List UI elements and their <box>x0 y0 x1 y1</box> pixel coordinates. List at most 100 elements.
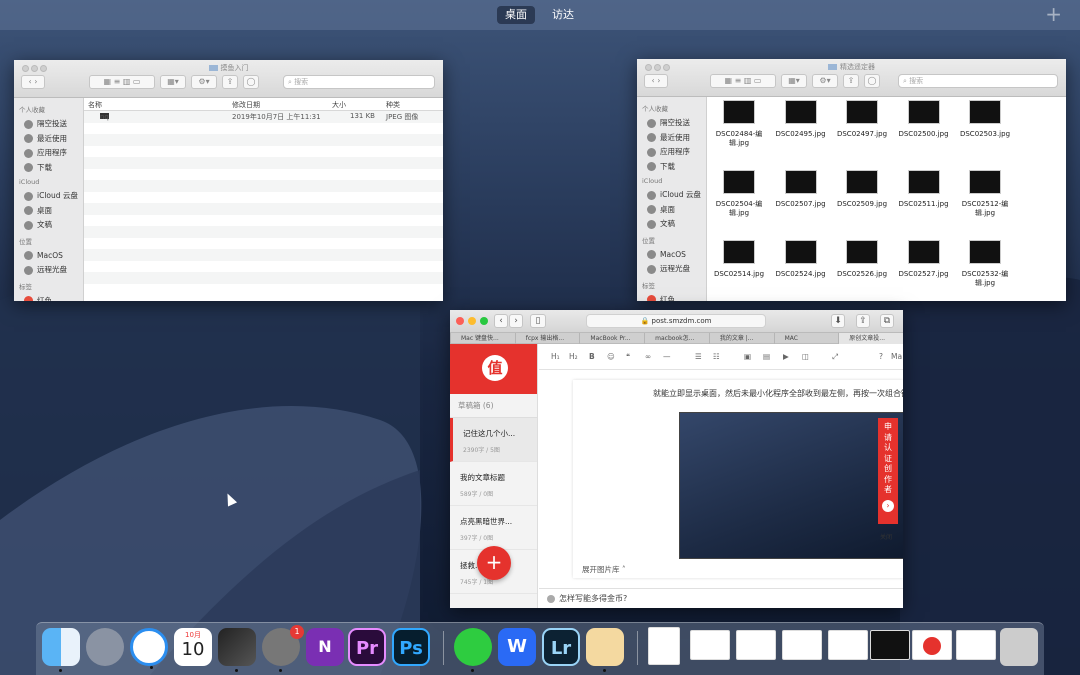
action-gear-icon[interactable]: ⚙▾ <box>191 75 217 89</box>
column-kind[interactable]: 种类 <box>386 100 400 110</box>
draft-item[interactable]: 点亮黑暗世界... 397字 / 0图 <box>450 506 537 550</box>
sidebar-item-remote-disc[interactable]: 远程光盘 <box>14 262 83 277</box>
sidebar-item-downloads[interactable]: 下载 <box>14 160 83 175</box>
sidebar-item-downloads[interactable]: 下载 <box>637 159 706 174</box>
sidebar-item-desktop[interactable]: 桌面 <box>14 203 83 218</box>
expand-gallery-link[interactable]: 展开图片库 ˄ <box>582 564 626 575</box>
tag-button[interactable]: ◯ <box>864 74 880 88</box>
draft-item[interactable]: 记住这几个小... 2390字 / 5图 <box>450 418 537 462</box>
onenote-icon[interactable]: N <box>306 628 344 666</box>
file-icon-item[interactable]: DSC02509.jpg <box>832 170 892 209</box>
bold-button[interactable]: B <box>589 352 595 361</box>
file-icon-item[interactable]: DSC02526.jpg <box>832 240 892 279</box>
h1-button[interactable]: H₁ <box>551 352 560 361</box>
view-mode-buttons[interactable]: ▦ ≡ ▥ ▭ <box>710 74 776 88</box>
browser-tab[interactable]: macbook怎... <box>644 333 709 344</box>
share-icon[interactable]: ⇪ <box>856 314 870 328</box>
link-icon[interactable]: ∞ <box>645 352 651 361</box>
tabs-overview-icon[interactable]: ⧉ <box>880 314 894 328</box>
minimized-window-thumbnail[interactable] <box>828 630 868 660</box>
minimize-button[interactable] <box>468 317 476 325</box>
group-button[interactable]: ▦▾ <box>160 75 186 89</box>
sidebar-item-remote-disc[interactable]: 远程光盘 <box>637 261 706 276</box>
sidebar-item-applications[interactable]: 应用程序 <box>14 145 83 160</box>
trash-icon[interactable] <box>1000 628 1038 666</box>
ordered-list-icon[interactable]: ☰ <box>695 352 702 361</box>
embedded-screenshot-image[interactable] <box>679 412 903 559</box>
finder-window-right[interactable]: 精选遥定器 ‹ › ▦ ≡ ▥ ▭ ▦▾ ⚙▾ ⇪ ◯ ⌕ 搜索 个人收藏 隔空… <box>637 59 1066 301</box>
system-preferences-gear-icon[interactable]: 1 <box>262 625 304 672</box>
photoshop-icon[interactable]: Ps <box>392 628 430 666</box>
file-icon-item[interactable]: DSC02511.jpg <box>894 170 954 209</box>
browser-tab[interactable]: fcpx 输出格... <box>514 333 580 344</box>
file-icon-item[interactable]: DSC02495.jpg <box>771 100 831 139</box>
gallery-icon[interactable]: ▤ <box>763 352 770 361</box>
column-modified[interactable]: 修改日期 <box>232 100 260 110</box>
fullscreen-icon[interactable]: ⤢ <box>832 352 838 362</box>
space-desktop[interactable]: 桌面 <box>497 6 535 24</box>
safari-window[interactable]: ‹ › ▯ 🔒 post.smzdm.com ⬇ ⇪ ⧉ Mac 键盘快... f… <box>450 310 903 608</box>
sidebar-item-icloud-drive[interactable]: iCloud 云盘 <box>637 187 706 202</box>
wps-office-icon[interactable]: W <box>498 628 536 666</box>
editor-paragraph[interactable]: 就能立即显示桌面，然后未最小化程序全部收到最左侧，再按一次组合键 <box>653 388 903 399</box>
search-input[interactable]: ⌕ 搜索 <box>898 74 1058 88</box>
file-icon-item[interactable]: DSC02503.jpg <box>955 100 1015 139</box>
sidebar-item-tag-red[interactable]: 红色 <box>14 293 83 301</box>
finder-app-icon[interactable] <box>42 628 80 672</box>
browser-tab[interactable]: MacBook Pr... <box>579 333 644 344</box>
back-forward-buttons[interactable]: ‹ › <box>644 74 668 88</box>
help-icon[interactable]: ? <box>879 352 883 361</box>
launchpad-rocket-icon[interactable] <box>86 628 124 666</box>
space-fangda[interactable]: 访达 <box>544 6 582 24</box>
minimized-window-thumbnail[interactable] <box>870 630 910 660</box>
draft-item[interactable]: 我的文章标题 589字 / 0图 <box>450 462 537 506</box>
gold-coin-hint[interactable]: 怎样写能多得金币? <box>539 588 903 608</box>
browser-tab[interactable]: 我的文章 |... <box>708 333 774 344</box>
sidebar-toggle-icon[interactable]: ▯ <box>530 314 546 328</box>
file-row[interactable]: nq 2019年10月7日 上午11:31 131 KB JPEG 图像 <box>84 111 443 123</box>
finder-window-left[interactable]: 摸鱼入门 ‹ › ▦ ≡ ▥ ▭ ▦▾ ⚙▾ ⇪ ◯ ⌕ 搜索 个人收藏 隔空投… <box>14 60 443 301</box>
minimized-window-thumbnail[interactable] <box>956 630 996 660</box>
minimized-window-thumbnail[interactable] <box>782 630 822 660</box>
sidebar-item-icloud-drive[interactable]: iCloud 云盘 <box>14 188 83 203</box>
final-cut-pro-icon[interactable] <box>218 628 256 672</box>
smzdm-logo-icon[interactable]: 值 <box>482 355 508 381</box>
download-icon[interactable]: ⬇ <box>831 314 845 328</box>
share-button[interactable]: ⇪ <box>222 75 238 89</box>
search-input[interactable]: ⌕ 搜索 <box>283 75 435 89</box>
video-icon[interactable]: ▶ <box>783 352 789 361</box>
emoji-icon[interactable]: ☺ <box>607 352 615 361</box>
editor-canvas[interactable]: 就能立即显示桌面，然后未最小化程序全部收到最左侧，再按一次组合键 <box>573 380 903 578</box>
quote-icon[interactable]: ❝ <box>626 352 630 361</box>
add-space-plus-icon[interactable]: + <box>1045 3 1062 25</box>
file-icon-item[interactable]: DSC02524.jpg <box>771 240 831 279</box>
sidebar-item-documents[interactable]: 文稿 <box>637 216 706 231</box>
file-icon-item[interactable]: DSC02484-编辑.jpg <box>709 100 769 148</box>
file-icon-item[interactable]: DSC02507.jpg <box>771 170 831 209</box>
sidebar-item-applications[interactable]: 应用程序 <box>637 144 706 159</box>
preview-icon[interactable] <box>586 628 624 672</box>
close-button[interactable] <box>456 317 464 325</box>
lightroom-icon[interactable]: Lr <box>542 628 580 666</box>
file-icon-item[interactable]: DSC02500.jpg <box>894 100 954 139</box>
group-button[interactable]: ▦▾ <box>781 74 807 88</box>
file-icon-item[interactable]: DSC02504-编辑.jpg <box>709 170 769 218</box>
minimized-window-thumbnail[interactable] <box>912 630 952 660</box>
back-forward-buttons[interactable]: ‹ › <box>21 75 45 89</box>
h2-button[interactable]: H₂ <box>569 352 578 361</box>
file-icon-item[interactable]: DSC02512-编辑.jpg <box>955 170 1015 218</box>
sidebar-item-macos[interactable]: MacOS <box>14 248 83 263</box>
sidebar-item-desktop[interactable]: 桌面 <box>637 202 706 217</box>
sidebar-item-tag-red[interactable]: 红色 <box>637 292 706 301</box>
tag-button[interactable]: ◯ <box>243 75 259 89</box>
safari-compass-icon[interactable] <box>130 628 168 669</box>
sidebar-item-recents[interactable]: 最近使用 <box>14 131 83 146</box>
document-stack-icon[interactable] <box>648 627 680 665</box>
wechat-icon[interactable] <box>454 628 492 672</box>
share-button[interactable]: ⇪ <box>843 74 859 88</box>
calendar-icon[interactable]: 10月 10 <box>174 628 212 666</box>
sidebar-item-macos[interactable]: MacOS <box>637 247 706 262</box>
apply-creator-banner[interactable]: 申请认证创作者 › <box>878 418 898 524</box>
divider-icon[interactable]: — <box>663 352 671 361</box>
action-gear-icon[interactable]: ⚙▾ <box>812 74 838 88</box>
